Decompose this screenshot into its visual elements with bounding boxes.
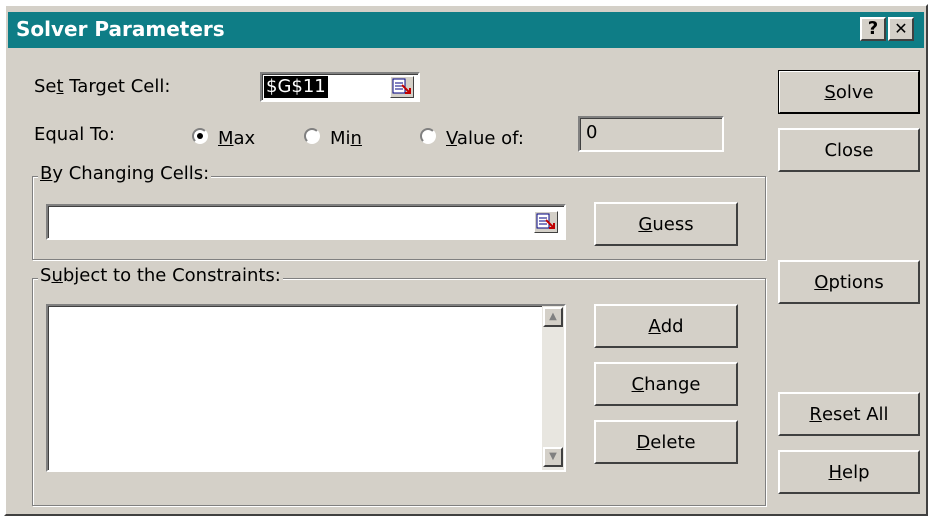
constraints-list[interactable]: ▲ ▼ bbox=[46, 304, 566, 472]
scroll-down-button[interactable]: ▼ bbox=[543, 447, 563, 467]
add-button[interactable]: Add bbox=[594, 304, 738, 348]
window-title: Solver Parameters bbox=[16, 17, 225, 41]
solve-button[interactable]: Solve bbox=[778, 70, 920, 114]
target-cell-refedit-button[interactable] bbox=[390, 76, 414, 98]
max-radio-label[interactable]: Max bbox=[218, 128, 255, 149]
solver-parameters-dialog: Solver Parameters ? ✕ Set Target Cell: $… bbox=[4, 4, 928, 516]
min-radio-label[interactable]: Min bbox=[330, 128, 362, 149]
min-radio[interactable] bbox=[304, 128, 320, 144]
scroll-down-arrow-icon: ▼ bbox=[549, 451, 557, 462]
options-button[interactable]: Options bbox=[778, 260, 920, 304]
collapse-dialog-icon bbox=[392, 78, 411, 94]
equal-to-label: Equal To: bbox=[34, 124, 115, 145]
value-of-input[interactable]: 0 bbox=[578, 116, 724, 152]
changing-cells-refedit-button[interactable] bbox=[534, 211, 558, 233]
constraints-label: Subject to the Constraints: bbox=[38, 265, 283, 286]
value-of-radio-label[interactable]: Value of: bbox=[446, 128, 524, 149]
close-button[interactable]: Close bbox=[778, 128, 920, 172]
help-title-button[interactable]: ? bbox=[860, 17, 886, 41]
scroll-up-arrow-icon: ▲ bbox=[549, 311, 557, 322]
question-mark-icon: ? bbox=[867, 18, 879, 39]
close-title-button[interactable]: ✕ bbox=[888, 17, 914, 41]
scroll-up-button[interactable]: ▲ bbox=[543, 307, 563, 327]
change-button[interactable]: Change bbox=[594, 362, 738, 406]
target-cell-value: $G$11 bbox=[264, 76, 328, 98]
value-of-radio[interactable] bbox=[420, 128, 436, 144]
value-of-value: 0 bbox=[586, 122, 598, 143]
guess-button[interactable]: Guess bbox=[594, 202, 738, 246]
title-bar[interactable]: Solver Parameters ? ✕ bbox=[8, 12, 924, 48]
set-target-cell-label: Set Target Cell: bbox=[34, 76, 171, 97]
changing-cells-input[interactable] bbox=[46, 204, 566, 240]
reset-all-button[interactable]: Reset All bbox=[778, 392, 920, 436]
max-radio[interactable] bbox=[192, 128, 208, 144]
constraints-scrollbar[interactable]: ▲ ▼ bbox=[542, 306, 564, 470]
target-cell-input[interactable]: $G$11 bbox=[260, 72, 420, 102]
close-icon: ✕ bbox=[894, 19, 908, 38]
collapse-dialog-icon bbox=[536, 213, 555, 229]
delete-button[interactable]: Delete bbox=[594, 420, 738, 464]
help-button[interactable]: Help bbox=[778, 450, 920, 494]
changing-cells-label: By Changing Cells: bbox=[38, 163, 212, 184]
